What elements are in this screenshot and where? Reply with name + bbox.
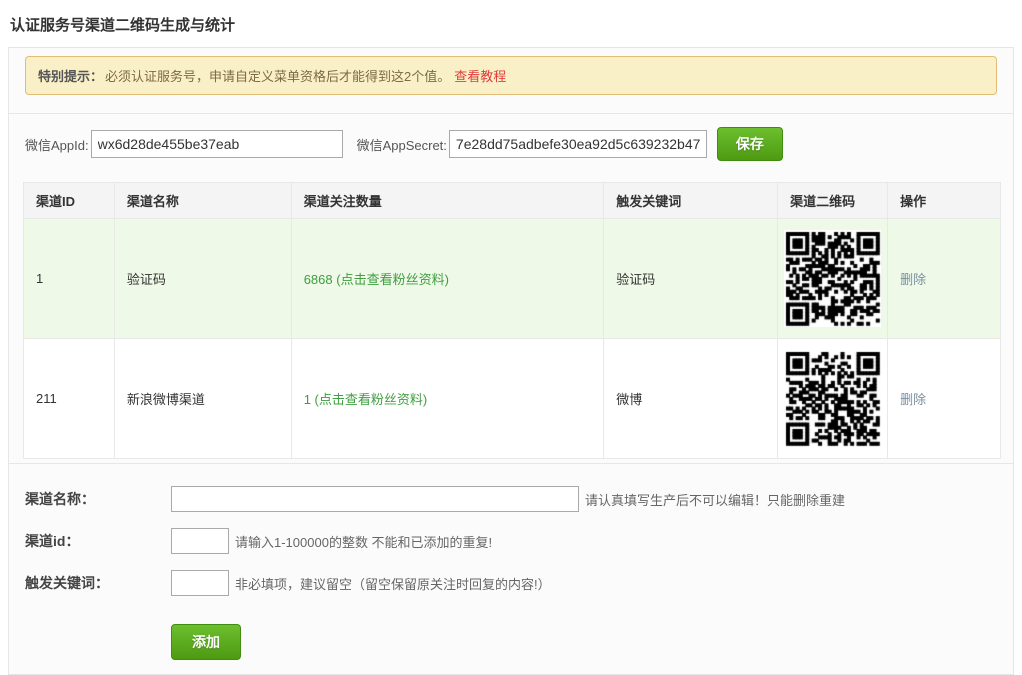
save-button[interactable]: 保存	[717, 127, 783, 161]
channel-name-hint: 请认真填写生产后不可以编辑！只能删除重建	[585, 490, 845, 509]
add-channel-form: 渠道名称： 请认真填写生产后不可以编辑！只能删除重建 渠道id： 请输入1-10…	[9, 463, 1013, 674]
delete-link[interactable]: 删除	[900, 392, 926, 407]
followers-detail-link[interactable]: 1 (点击查看粉丝资料)	[304, 392, 428, 407]
table-header-row: 渠道ID 渠道名称 渠道关注数量 触发关键词 渠道二维码 操作	[24, 183, 1001, 219]
channels-table-section: 渠道ID 渠道名称 渠道关注数量 触发关键词 渠道二维码 操作 1 验证码 68…	[9, 174, 1013, 459]
add-button[interactable]: 添加	[171, 624, 241, 660]
notice-prefix: 特别提示：	[38, 69, 103, 84]
channel-name-label: 渠道名称：	[25, 489, 171, 509]
header-actions: 操作	[888, 183, 1001, 219]
cell-channel-id: 1	[24, 219, 115, 339]
credentials-form: 微信AppId: 微信AppSecret: 保存	[9, 113, 1013, 174]
cell-channel-name: 新浪微博渠道	[114, 339, 291, 459]
table-row: 211 新浪微博渠道 1 (点击查看粉丝资料) 微博 删除	[24, 339, 1001, 459]
header-channel-name: 渠道名称	[114, 183, 291, 219]
header-trigger-keyword: 触发关键词	[604, 183, 778, 219]
appsecret-label: 微信AppSecret:	[357, 135, 447, 154]
view-tutorial-link[interactable]: 查看教程	[454, 69, 506, 84]
alert-section: 特别提示：必须认证服务号，申请自定义菜单资格后才能得到这2个值。查看教程	[9, 48, 1013, 113]
channel-id-label: 渠道id：	[25, 531, 171, 551]
cell-channel-name: 验证码	[114, 219, 291, 339]
header-channel-qr: 渠道二维码	[778, 183, 888, 219]
channel-id-hint: 请输入1-100000的整数 不能和已添加的重复!	[235, 532, 492, 551]
page-title: 认证服务号渠道二维码生成与统计	[0, 0, 1022, 47]
qr-code-image	[784, 230, 881, 327]
qr-code-image	[784, 350, 881, 447]
appid-input[interactable]	[91, 130, 343, 158]
cell-trigger-keyword: 验证码	[604, 219, 778, 339]
appsecret-input[interactable]	[449, 130, 707, 158]
main-panel: 特别提示：必须认证服务号，申请自定义菜单资格后才能得到这2个值。查看教程 微信A…	[8, 47, 1014, 675]
header-channel-id: 渠道ID	[24, 183, 115, 219]
notice-text: 必须认证服务号，申请自定义菜单资格后才能得到这2个值。	[105, 69, 450, 84]
followers-detail-link[interactable]: 6868 (点击查看粉丝资料)	[304, 272, 449, 287]
trigger-keyword-hint: 非必填项，建议留空（留空保留原关注时回复的内容!）	[235, 574, 551, 593]
appid-label: 微信AppId:	[25, 135, 89, 154]
notice-banner: 特别提示：必须认证服务号，申请自定义菜单资格后才能得到这2个值。查看教程	[25, 56, 997, 95]
trigger-keyword-label: 触发关键词：	[25, 573, 171, 593]
channels-table: 渠道ID 渠道名称 渠道关注数量 触发关键词 渠道二维码 操作 1 验证码 68…	[23, 182, 1001, 459]
header-follow-count: 渠道关注数量	[291, 183, 604, 219]
delete-link[interactable]: 删除	[900, 272, 926, 287]
cell-channel-id: 211	[24, 339, 115, 459]
table-row: 1 验证码 6868 (点击查看粉丝资料) 验证码 删除	[24, 219, 1001, 339]
trigger-keyword-input[interactable]	[171, 570, 229, 596]
channel-name-input[interactable]	[171, 486, 579, 512]
channel-id-input[interactable]	[171, 528, 229, 554]
cell-trigger-keyword: 微博	[604, 339, 778, 459]
